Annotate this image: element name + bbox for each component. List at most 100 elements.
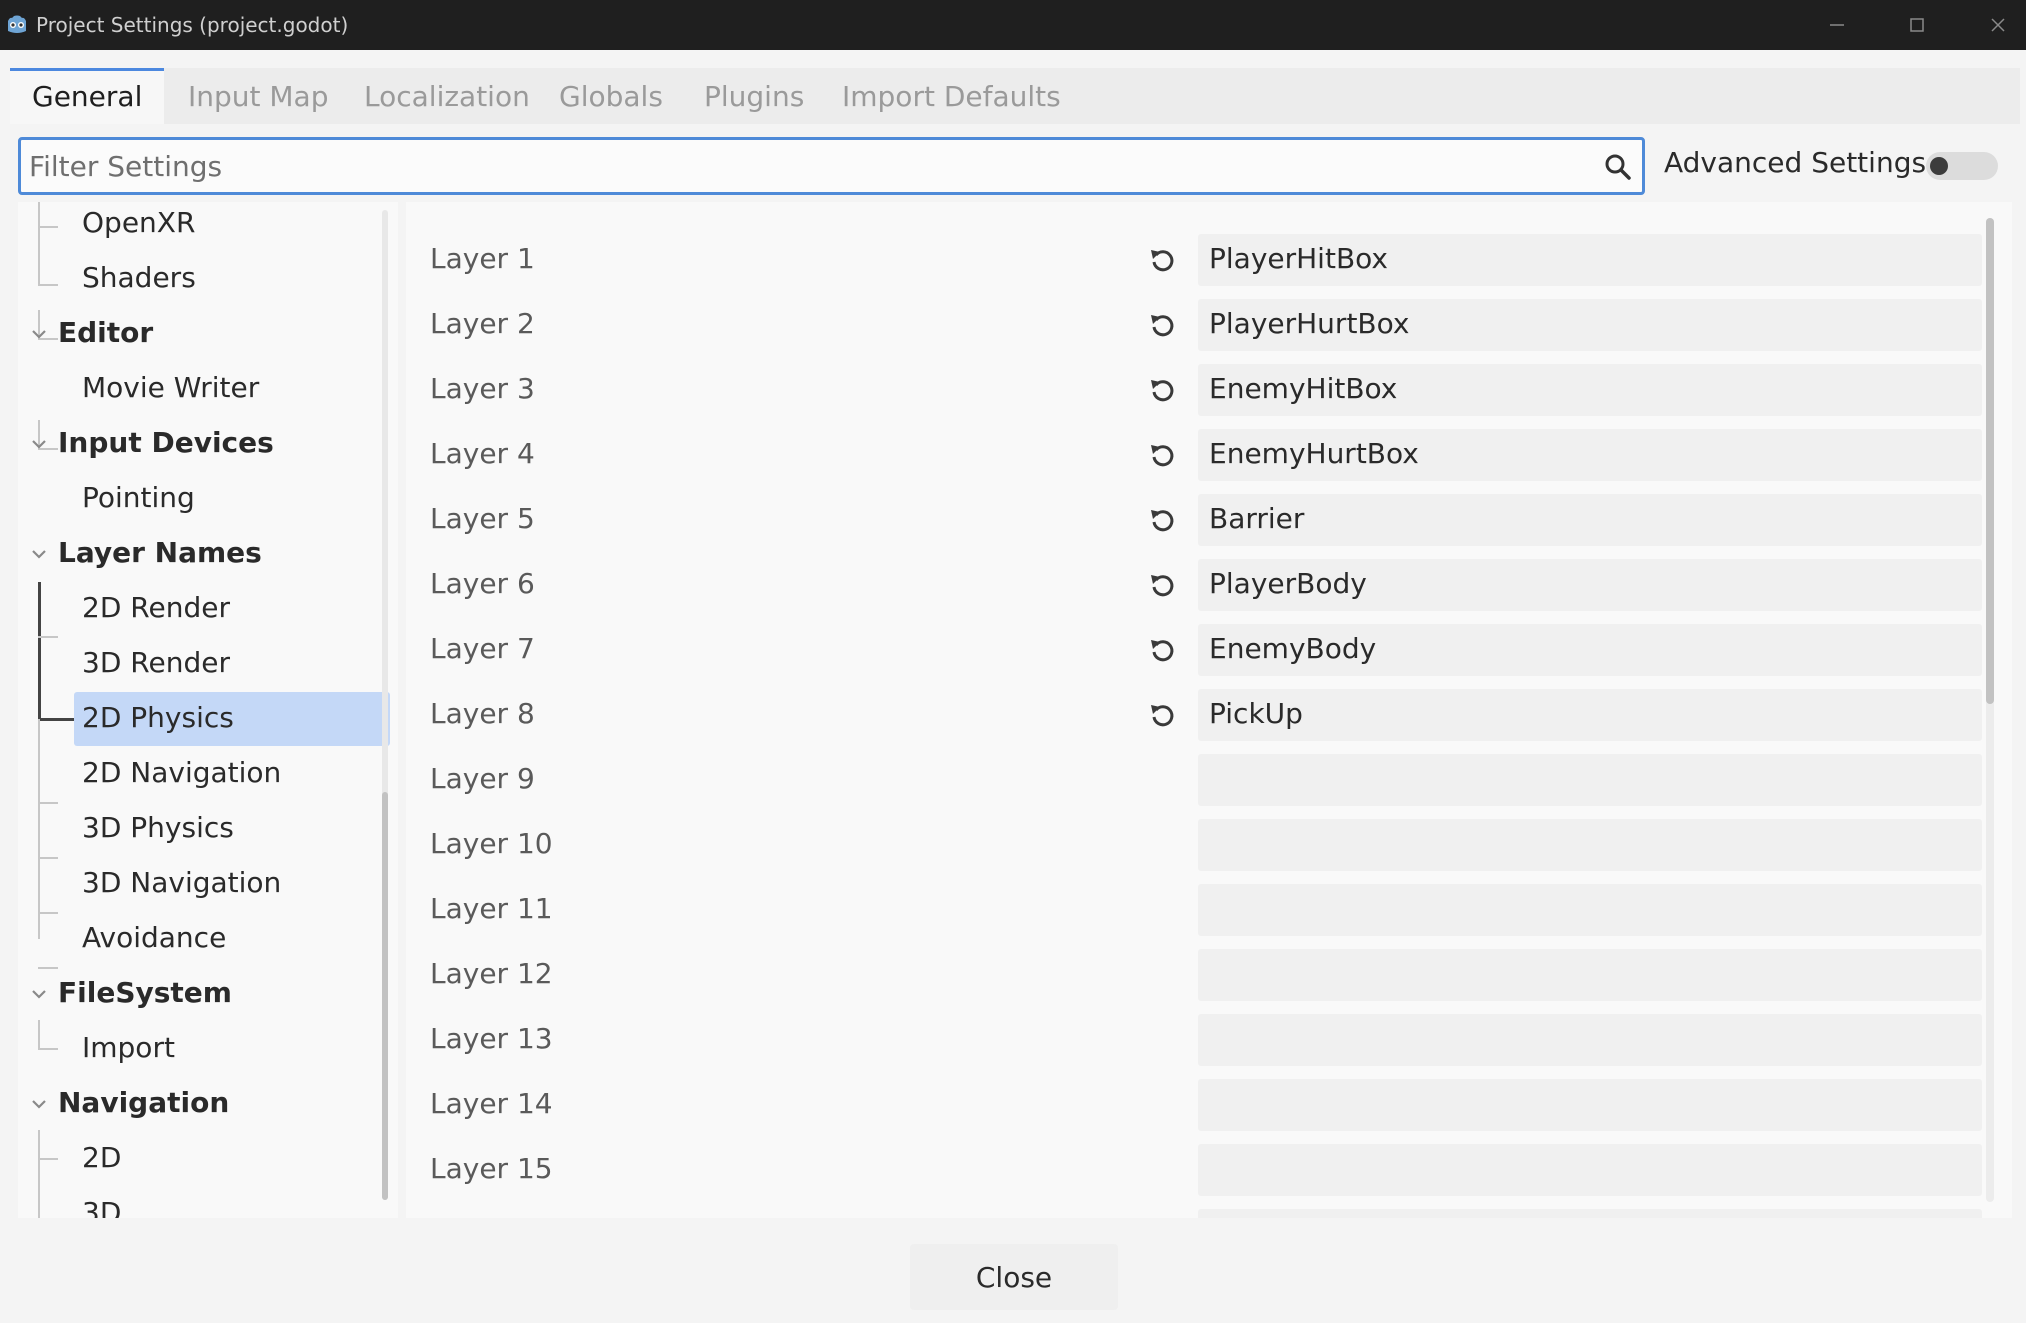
tree-section-editor[interactable]: Editor [58, 316, 153, 349]
tree-item-3d-render[interactable]: 3D Render [82, 646, 230, 679]
layer-label: Layer 3 [430, 372, 535, 405]
layer-name-field[interactable] [1198, 1209, 1982, 1218]
tab-localization[interactable]: Localization [342, 68, 552, 124]
chevron-down-icon[interactable] [30, 548, 48, 560]
layer-name-field[interactable] [1198, 884, 1982, 936]
layer-label: Layer 12 [430, 957, 553, 990]
tree-section-navigation[interactable]: Navigation [58, 1086, 229, 1119]
tab-globals[interactable]: Globals [537, 68, 685, 124]
tree-item-3d[interactable]: 3D [82, 1196, 121, 1218]
layer-label: Layer 6 [430, 567, 535, 600]
tree-item-3d-navigation[interactable]: 3D Navigation [82, 866, 281, 899]
tree-item-shaders[interactable]: Shaders [82, 261, 196, 294]
tree-item-2d-navigation[interactable]: 2D Navigation [82, 756, 281, 789]
revert-icon[interactable] [1148, 375, 1178, 405]
layer-label: Layer 5 [430, 502, 535, 535]
layer-label: Layer 9 [430, 762, 535, 795]
tree-connector [38, 582, 41, 720]
tab-bar: General Input Map Localization Globals P… [10, 68, 2020, 124]
tree-item-openxr[interactable]: OpenXR [82, 206, 195, 239]
revert-icon[interactable] [1148, 635, 1178, 665]
tree-item-movie-writer[interactable]: Movie Writer [82, 371, 259, 404]
layer-names-panel: Layer 1 PlayerHitBox Layer 2 PlayerHurtBox L… [406, 202, 2012, 1218]
layer-name-value: EnemyHitBox [1209, 372, 1398, 405]
tree-connector [38, 912, 58, 914]
tab-general[interactable]: General [10, 68, 165, 124]
layer-label: Layer 2 [430, 307, 535, 340]
layer-label: Layer 14 [430, 1087, 553, 1120]
tree-connector [38, 1020, 40, 1050]
revert-icon[interactable] [1148, 440, 1178, 470]
layer-name-field[interactable] [1198, 494, 1982, 546]
tree-connector [38, 802, 58, 804]
window-close-button[interactable] [1958, 0, 2026, 50]
layer-name-field[interactable] [1198, 1144, 1982, 1196]
filter-settings-field [18, 137, 1645, 195]
tree-section-layer-names[interactable]: Layer Names [58, 536, 262, 569]
minimize-button[interactable] [1797, 0, 1877, 50]
tab-plugins[interactable]: Plugins [682, 68, 826, 124]
layer-label: Layer 11 [430, 892, 553, 925]
revert-icon[interactable] [1148, 245, 1178, 275]
tree-connector [38, 284, 58, 286]
tree-item-avoidance[interactable]: Avoidance [82, 921, 226, 954]
tree-item-2d-physics[interactable]: 2D Physics [82, 701, 234, 734]
window-title: Project Settings (project.godot) [36, 13, 349, 37]
layer-name-field[interactable] [1198, 1079, 1982, 1131]
tree-item-2d-render[interactable]: 2D Render [82, 591, 230, 624]
tab-input-map[interactable]: Input Map [166, 68, 351, 124]
layer-label: Layer 13 [430, 1022, 553, 1055]
tree-connector [38, 1048, 58, 1050]
maximize-icon [1910, 18, 1924, 32]
tree-connector [38, 636, 58, 638]
layer-name-value: EnemyBody [1209, 632, 1377, 665]
godot-icon [8, 15, 26, 33]
revert-icon[interactable] [1148, 310, 1178, 340]
tree-scrollbar-thumb[interactable] [382, 792, 388, 1200]
revert-icon[interactable] [1148, 570, 1178, 600]
advanced-settings-toggle[interactable] [1926, 152, 1998, 180]
tree-section-filesystem[interactable]: FileSystem [58, 976, 232, 1009]
layer-label: Layer 8 [430, 697, 535, 730]
search-icon [1605, 154, 1631, 180]
tree-connector [38, 202, 40, 286]
layer-name-value: PlayerBody [1209, 567, 1367, 600]
chevron-down-icon[interactable] [30, 328, 48, 340]
layer-name-value: PlayerHurtBox [1209, 307, 1410, 340]
tree-connector [38, 1158, 58, 1160]
layer-name-field[interactable] [1198, 949, 1982, 1001]
tree-connector [38, 719, 40, 939]
layer-name-value: EnemyHurtBox [1209, 437, 1419, 470]
tree-section-input-devices[interactable]: Input Devices [58, 426, 274, 459]
layer-label: Layer 16 [430, 1217, 553, 1218]
revert-icon[interactable] [1148, 700, 1178, 730]
tree-connector [38, 226, 58, 228]
tree-item-import[interactable]: Import [82, 1031, 175, 1064]
revert-icon[interactable] [1148, 505, 1178, 535]
layer-name-field[interactable] [1198, 1014, 1982, 1066]
maximize-button[interactable] [1877, 0, 1957, 50]
chevron-down-icon[interactable] [30, 1098, 48, 1110]
tree-item-2d[interactable]: 2D [82, 1141, 121, 1174]
layer-name-value: PlayerHitBox [1209, 242, 1388, 275]
tab-import-defaults[interactable]: Import Defaults [820, 68, 1083, 124]
layer-name-field[interactable] [1198, 754, 1982, 806]
tree-connector [38, 967, 58, 969]
title-bar: Project Settings (project.godot) [0, 0, 2026, 50]
layer-name-field[interactable] [1198, 819, 1982, 871]
properties-scrollbar-thumb[interactable] [1986, 218, 1994, 704]
close-icon [1991, 18, 2005, 32]
tree-connector [38, 857, 58, 859]
tree-item-pointing[interactable]: Pointing [82, 481, 195, 514]
tree-item-3d-physics[interactable]: 3D Physics [82, 811, 234, 844]
layer-label: Layer 1 [430, 242, 535, 275]
layer-name-value: PickUp [1209, 697, 1303, 730]
layer-label: Layer 10 [430, 827, 553, 860]
filter-settings-input[interactable] [29, 140, 1589, 192]
layer-label: Layer 4 [430, 437, 535, 470]
layer-name-field[interactable] [1198, 689, 1982, 741]
chevron-down-icon[interactable] [30, 438, 48, 450]
minimize-icon [1830, 24, 1844, 26]
chevron-down-icon[interactable] [30, 988, 48, 1000]
close-button[interactable]: Close [910, 1244, 1118, 1310]
